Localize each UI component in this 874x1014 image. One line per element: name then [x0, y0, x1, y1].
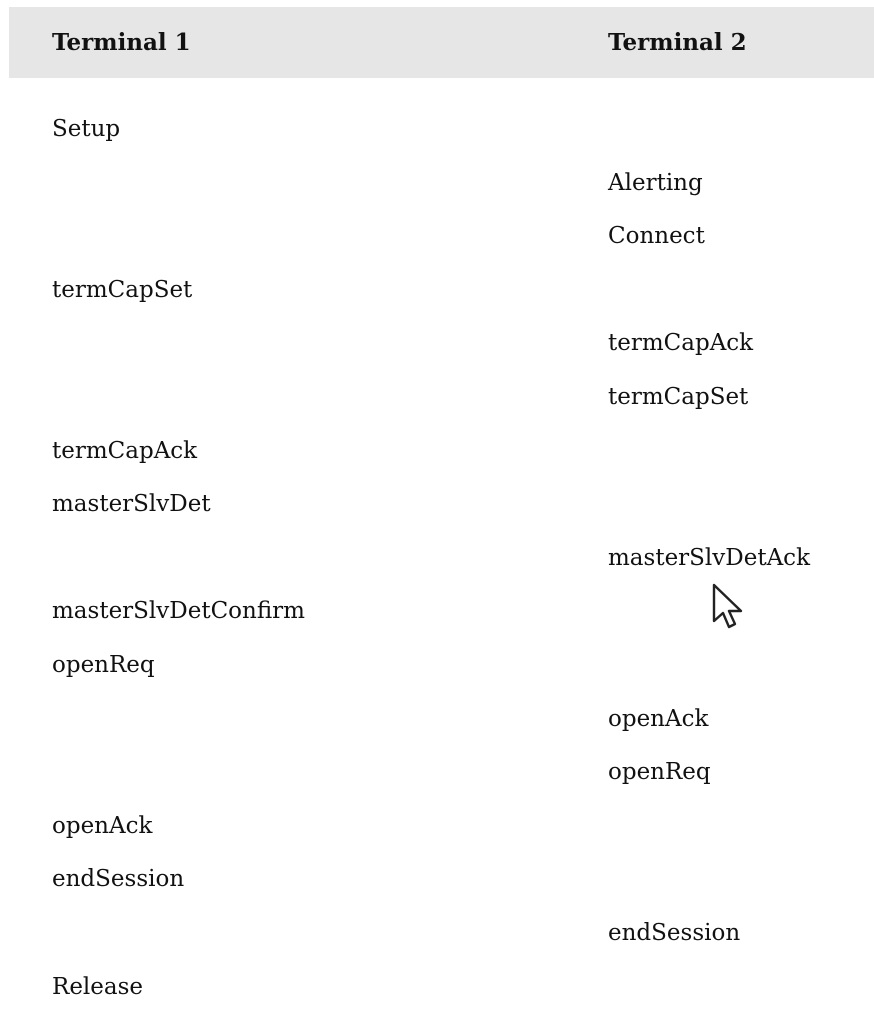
terminal-1-message: termCapAck [52, 438, 198, 464]
terminal-1-message: termCapSet [52, 277, 193, 303]
mouse-pointer-icon [712, 583, 743, 629]
table-row: Setup [0, 103, 874, 156]
table-row: masterSlvDetAck [0, 532, 874, 585]
table-row: termCapAck [0, 425, 874, 478]
table-row: openAck [0, 693, 874, 746]
terminal-2-message: Connect [608, 223, 705, 249]
terminal-1-message: endSession [52, 866, 185, 892]
table-header: Terminal 1 Terminal 2 [9, 7, 874, 78]
terminal-2-message: termCapAck [608, 330, 754, 356]
table-row: termCapSet [0, 371, 874, 424]
terminal-1-message: openAck [52, 813, 153, 839]
table-row: termCapSet [0, 264, 874, 317]
terminal-2-message: endSession [608, 920, 741, 946]
table-row: Release [0, 961, 874, 1014]
table-row: openReq [0, 639, 874, 692]
terminal-2-message: termCapSet [608, 384, 749, 410]
terminal-1-message: masterSlvDet [52, 491, 211, 517]
table-row: openAck [0, 800, 874, 853]
table-row: openReq [0, 746, 874, 799]
table-row: Connect [0, 210, 874, 263]
table-row: Alerting [0, 157, 874, 210]
terminal-2-message: openReq [608, 759, 711, 785]
terminal-2-message: Alerting [608, 170, 703, 196]
table-row: endSession [0, 907, 874, 960]
terminal-1-message: openReq [52, 652, 155, 678]
terminal-2-message: openAck [608, 706, 709, 732]
terminal-1-message: Release [52, 974, 144, 1000]
table-row: masterSlvDet [0, 478, 874, 531]
table-row: termCapAck [0, 317, 874, 370]
terminal-2-message: masterSlvDetAck [608, 545, 811, 571]
terminal-1-message: Setup [52, 116, 121, 142]
column-header-terminal-1: Terminal 1 [52, 29, 191, 56]
terminal-1-message: masterSlvDetConfirm [52, 598, 305, 624]
table-row: endSession [0, 853, 874, 906]
column-header-terminal-2: Terminal 2 [608, 29, 747, 56]
